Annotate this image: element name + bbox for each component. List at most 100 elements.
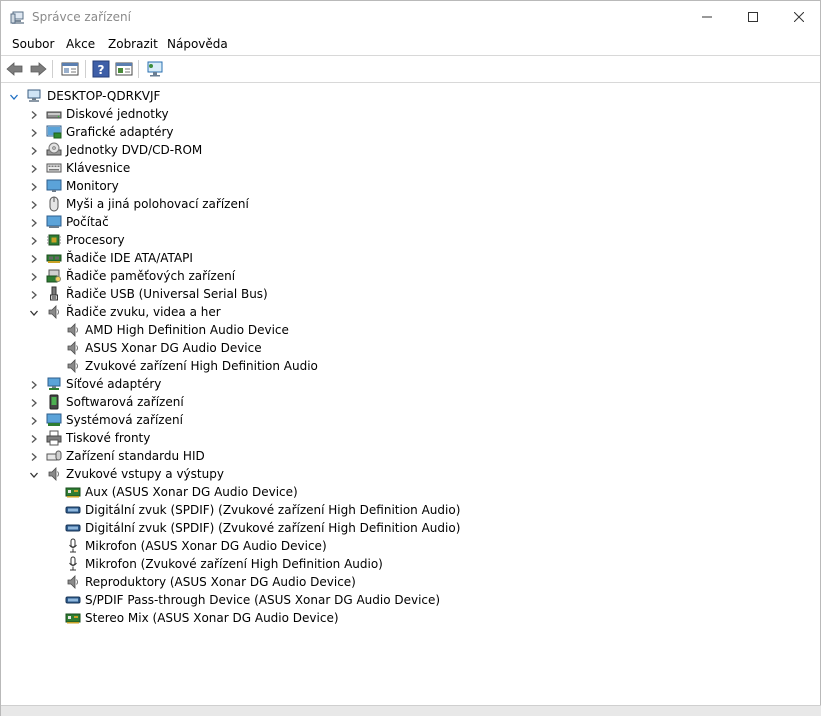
tree-category-node[interactable]: Myši a jiná polohovací zařízení bbox=[1, 195, 820, 213]
aux-card-icon bbox=[65, 484, 81, 500]
printer-icon bbox=[46, 430, 62, 446]
speaker-icon bbox=[65, 574, 81, 590]
chevron-down-icon[interactable] bbox=[29, 469, 39, 479]
tree-node-label: Systémová zařízení bbox=[66, 413, 183, 427]
tree-category-node[interactable]: Řadiče paměťových zařízení bbox=[1, 267, 820, 285]
tree-device-node[interactable]: S/PDIF Pass-through Device (ASUS Xonar D… bbox=[1, 591, 820, 609]
tree-node-label: Digitální zvuk (SPDIF) (Zvukové zařízení… bbox=[85, 521, 461, 535]
chevron-right-icon[interactable] bbox=[29, 181, 39, 191]
tree-category-node[interactable]: Diskové jednotky bbox=[1, 105, 820, 123]
forward-button[interactable] bbox=[28, 59, 48, 79]
speaker-icon bbox=[46, 466, 62, 482]
tree-category-node[interactable]: Jednotky DVD/CD-ROM bbox=[1, 141, 820, 159]
tree-device-node[interactable]: Mikrofon (Zvukové zařízení High Definiti… bbox=[1, 555, 820, 573]
chevron-right-icon[interactable] bbox=[29, 271, 39, 281]
tree-root-node[interactable]: DESKTOP-QDRKVJF bbox=[1, 87, 820, 105]
tree-category-node[interactable]: Monitory bbox=[1, 177, 820, 195]
close-button[interactable] bbox=[776, 1, 821, 33]
menu-akce[interactable]: Akce bbox=[66, 37, 95, 51]
menu-napoveda[interactable]: Nápověda bbox=[167, 37, 228, 51]
title-bar[interactable]: Správce zařízení bbox=[1, 1, 820, 33]
usb-icon bbox=[46, 286, 62, 302]
menu-soubor[interactable]: Soubor bbox=[12, 37, 54, 51]
microphone-icon bbox=[65, 556, 81, 572]
tree-node-label: Klávesnice bbox=[66, 161, 131, 175]
chevron-right-icon[interactable] bbox=[29, 199, 39, 209]
tree-category-node[interactable]: Řadiče zvuku, videa a her bbox=[1, 303, 820, 321]
chevron-right-icon[interactable] bbox=[29, 109, 39, 119]
storage-controller-icon bbox=[46, 268, 62, 284]
chevron-right-icon[interactable] bbox=[29, 235, 39, 245]
tree-category-node[interactable]: Systémová zařízení bbox=[1, 411, 820, 429]
software-device-icon bbox=[46, 394, 62, 410]
tree-node-label: Zvukové zařízení High Definition Audio bbox=[85, 359, 318, 373]
spdif-icon bbox=[65, 520, 81, 536]
tree-node-label: Počítač bbox=[66, 215, 109, 229]
tree-category-node[interactable]: Řadiče IDE ATA/ATAPI bbox=[1, 249, 820, 267]
tree-node-label: Reproduktory (ASUS Xonar DG Audio Device… bbox=[85, 575, 356, 589]
keyboard-icon bbox=[46, 160, 62, 176]
chevron-down-icon[interactable] bbox=[29, 307, 39, 317]
chevron-right-icon[interactable] bbox=[29, 163, 39, 173]
chevron-right-icon[interactable] bbox=[29, 253, 39, 263]
tree-device-node[interactable]: ASUS Xonar DG Audio Device bbox=[1, 339, 820, 357]
tree-category-node[interactable]: Procesory bbox=[1, 231, 820, 249]
tree-category-node[interactable]: Zvukové vstupy a výstupy bbox=[1, 465, 820, 483]
show-hide-console-tree-button[interactable] bbox=[60, 59, 80, 79]
toolbar-separator bbox=[52, 60, 53, 78]
disk-drive-icon bbox=[46, 106, 62, 122]
tree-device-node[interactable]: Stereo Mix (ASUS Xonar DG Audio Device) bbox=[1, 609, 820, 627]
arrow-left-icon bbox=[6, 62, 23, 76]
device-manager-icon bbox=[10, 10, 26, 26]
processor-icon bbox=[46, 232, 62, 248]
tree-device-node[interactable]: Aux (ASUS Xonar DG Audio Device) bbox=[1, 483, 820, 501]
toolbar-separator bbox=[138, 60, 139, 78]
chevron-right-icon[interactable] bbox=[29, 289, 39, 299]
tree-device-node[interactable]: Digitální zvuk (SPDIF) (Zvukové zařízení… bbox=[1, 501, 820, 519]
maximize-button[interactable] bbox=[730, 1, 776, 33]
menu-zobrazit[interactable]: Zobrazit bbox=[108, 37, 158, 51]
tree-device-node[interactable]: Mikrofon (ASUS Xonar DG Audio Device) bbox=[1, 537, 820, 555]
chevron-down-icon[interactable] bbox=[9, 91, 19, 101]
back-button[interactable] bbox=[5, 59, 25, 79]
tree-category-node[interactable]: Grafické adaptéry bbox=[1, 123, 820, 141]
scan-hardware-button[interactable] bbox=[145, 59, 165, 79]
tree-node-label: AMD High Definition Audio Device bbox=[85, 323, 289, 337]
svg-text:?: ? bbox=[98, 63, 105, 77]
tree-device-node[interactable]: AMD High Definition Audio Device bbox=[1, 321, 820, 339]
tree-category-node[interactable]: Klávesnice bbox=[1, 159, 820, 177]
help-button[interactable]: ? bbox=[91, 59, 111, 79]
tree-device-node[interactable]: Zvukové zařízení High Definition Audio bbox=[1, 357, 820, 375]
chevron-right-icon[interactable] bbox=[29, 217, 39, 227]
chevron-right-icon[interactable] bbox=[29, 145, 39, 155]
tree-category-node[interactable]: Řadiče USB (Universal Serial Bus) bbox=[1, 285, 820, 303]
speaker-icon bbox=[46, 304, 62, 320]
tree-category-node[interactable]: Tiskové fronty bbox=[1, 429, 820, 447]
chevron-right-icon[interactable] bbox=[29, 397, 39, 407]
device-manager-window: Správce zařízení Soubor Akce Zobrazit Ná… bbox=[0, 0, 821, 716]
ide-controller-icon bbox=[46, 250, 62, 266]
tree-node-label: Zařízení standardu HID bbox=[66, 449, 205, 463]
properties-button[interactable] bbox=[114, 59, 134, 79]
dvd-drive-icon bbox=[46, 142, 62, 158]
chevron-right-icon[interactable] bbox=[29, 127, 39, 137]
tree-node-label: Řadiče zvuku, videa a her bbox=[66, 305, 221, 319]
tree-category-node[interactable]: Počítač bbox=[1, 213, 820, 231]
chevron-right-icon[interactable] bbox=[29, 415, 39, 425]
chevron-right-icon[interactable] bbox=[29, 379, 39, 389]
tree-category-node[interactable]: Síťové adaptéry bbox=[1, 375, 820, 393]
tree-node-label: Síťové adaptéry bbox=[66, 377, 162, 391]
device-tree: DESKTOP-QDRKVJF Diskové jednotky Grafické … bbox=[1, 87, 820, 707]
tree-category-node[interactable]: Softwarová zařízení bbox=[1, 393, 820, 411]
chevron-right-icon[interactable] bbox=[29, 433, 39, 443]
chevron-right-icon[interactable] bbox=[29, 451, 39, 461]
minimize-button[interactable] bbox=[684, 1, 730, 33]
arrow-right-icon bbox=[30, 62, 47, 76]
microphone-icon bbox=[65, 538, 81, 554]
tree-device-node[interactable]: Digitální zvuk (SPDIF) (Zvukové zařízení… bbox=[1, 519, 820, 537]
tree-node-label: Jednotky DVD/CD-ROM bbox=[66, 143, 203, 157]
tree-node-label: Softwarová zařízení bbox=[66, 395, 184, 409]
tree-category-node[interactable]: Zařízení standardu HID bbox=[1, 447, 820, 465]
tree-device-node[interactable]: Reproduktory (ASUS Xonar DG Audio Device… bbox=[1, 573, 820, 591]
mouse-icon bbox=[46, 196, 62, 212]
